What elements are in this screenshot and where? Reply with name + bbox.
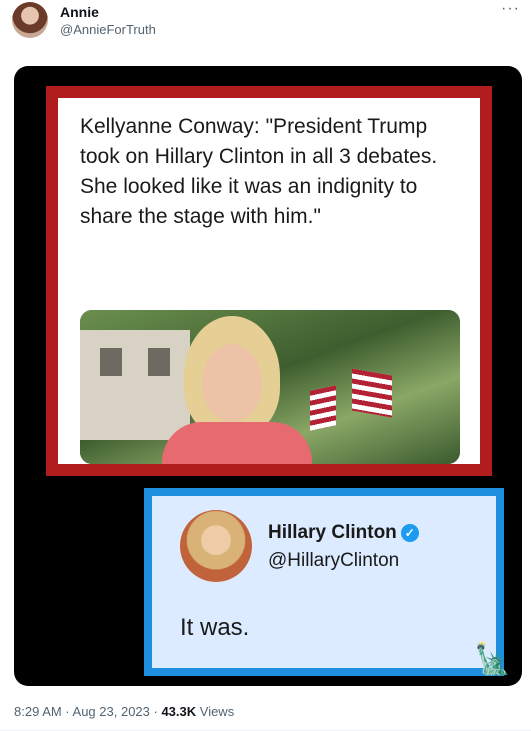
views-count: 43.3K xyxy=(161,704,197,719)
views-label: Views xyxy=(196,704,235,719)
flag-icon xyxy=(310,385,336,431)
reply-card-inner: Hillary Clinton ✓ @HillaryClinton It was. xyxy=(152,496,496,668)
author-name[interactable]: Annie xyxy=(60,4,99,20)
verified-badge-icon: ✓ xyxy=(400,523,419,542)
quote-card: Kellyanne Conway: "President Trump took … xyxy=(46,86,492,476)
reply-handle: @HillaryClinton xyxy=(268,550,400,571)
timestamp[interactable]: 8:29 AM · Aug 23, 2023 · xyxy=(14,704,161,719)
reply-name-text: Hillary Clinton xyxy=(268,522,397,543)
tweet-media[interactable]: Kellyanne Conway: "President Trump took … xyxy=(14,66,522,686)
tweet-meta: 8:29 AM · Aug 23, 2023 · 43.3K Views xyxy=(14,704,234,719)
tweet-header: Annie @AnnieForTruth ··· xyxy=(12,0,520,44)
author-avatar[interactable] xyxy=(12,2,48,38)
conway-photo xyxy=(80,310,460,464)
quote-card-inner: Kellyanne Conway: "President Trump took … xyxy=(58,98,480,464)
reply-name: Hillary Clinton ✓ xyxy=(268,522,419,544)
flag-icon xyxy=(352,368,392,418)
statue-of-liberty-icon: 🗽 xyxy=(474,643,512,676)
reply-avatar xyxy=(180,510,252,582)
photo-building xyxy=(80,330,190,440)
person-dress xyxy=(162,422,312,464)
reply-text: It was. xyxy=(180,614,250,641)
reply-card: Hillary Clinton ✓ @HillaryClinton It was. xyxy=(144,488,504,676)
person-face xyxy=(202,344,262,422)
author-handle[interactable]: @AnnieForTruth xyxy=(60,22,156,37)
more-dots-icon[interactable]: ··· xyxy=(501,0,520,18)
quote-text: Kellyanne Conway: "President Trump took … xyxy=(80,115,438,228)
